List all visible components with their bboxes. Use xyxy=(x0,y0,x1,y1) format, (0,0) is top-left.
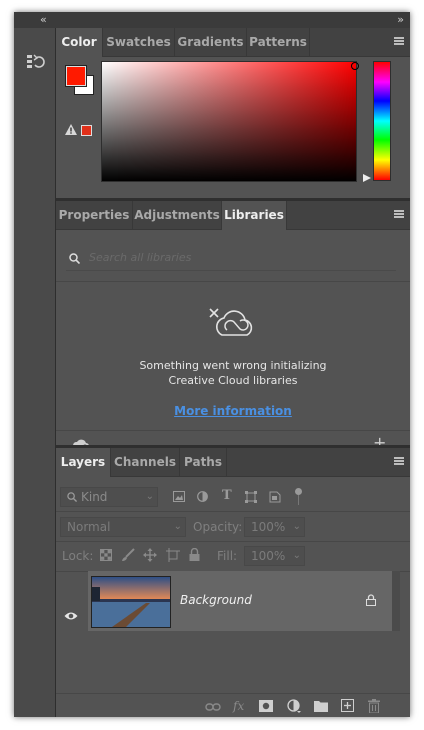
tab-channels[interactable]: Channels xyxy=(111,448,180,476)
new-layer-icon[interactable] xyxy=(341,699,354,712)
lock-artboard-icon[interactable] xyxy=(166,548,180,562)
delete-layer-trash-icon[interactable] xyxy=(368,699,380,713)
history-icon[interactable] xyxy=(24,52,46,74)
filter-row-divider xyxy=(56,511,410,512)
blend-mode-select[interactable]: Normal ⌄ xyxy=(60,517,186,537)
library-search-input[interactable]: Search all libraries xyxy=(89,251,191,264)
gamut-color-swatch[interactable] xyxy=(81,125,92,136)
tab-layers[interactable]: Layers xyxy=(56,448,111,477)
color-panel: Color Swatches Gradients Patterns xyxy=(56,28,410,198)
color-picker-marker[interactable] xyxy=(351,62,359,70)
gamut-warning-icon[interactable] xyxy=(65,124,77,135)
tab-swatches[interactable]: Swatches xyxy=(103,28,175,56)
layers-scrollbar[interactable] xyxy=(392,571,400,631)
search-icon xyxy=(67,492,77,502)
color-tab-bar: Color Swatches Gradients Patterns xyxy=(56,28,410,57)
library-error-line1: Something went wrong initializing xyxy=(139,359,327,372)
lock-position-icon[interactable] xyxy=(143,548,157,562)
lock-all-icon[interactable] xyxy=(189,548,200,561)
lock-transparent-pixels-icon[interactable] xyxy=(100,549,112,561)
opacity-row-divider xyxy=(56,541,410,542)
layer-row[interactable]: Background xyxy=(88,571,392,631)
tab-paths[interactable]: Paths xyxy=(180,448,227,476)
fill-label: Fill: xyxy=(217,549,238,563)
layers-panel: Layers Channels Paths Kind ⌄ T Normal ⌄ … xyxy=(56,448,410,717)
smart-object-filter-icon[interactable] xyxy=(269,490,281,503)
dock-title-bar: « » xyxy=(14,12,410,28)
more-information-link[interactable]: More information xyxy=(56,404,410,418)
panel-dock: « » Color Swatches Gradients Patterns Pr… xyxy=(14,12,410,717)
hue-slider-handle-icon[interactable] xyxy=(363,174,371,182)
hue-slider[interactable] xyxy=(373,61,391,181)
opacity-field[interactable]: 100% ⌄ xyxy=(244,517,305,537)
pixel-filter-icon[interactable] xyxy=(173,491,185,502)
layers-panel-menu-icon[interactable] xyxy=(394,457,404,465)
libraries-footer-divider xyxy=(56,430,410,431)
libraries-panel: Properties Adjustments Libraries Search … xyxy=(56,201,410,452)
fill-field[interactable]: 100% ⌄ xyxy=(244,546,305,566)
blend-mode-value: Normal xyxy=(67,520,111,534)
filter-toggle-icon[interactable] xyxy=(295,488,302,495)
adjustment-filter-icon[interactable] xyxy=(197,491,208,502)
fill-value: 100% xyxy=(251,549,286,563)
color-spectrum-picker[interactable] xyxy=(101,61,357,182)
new-adjustment-layer-icon[interactable] xyxy=(287,699,301,713)
layer-name[interactable]: Background xyxy=(180,593,252,607)
add-layer-mask-icon[interactable] xyxy=(259,700,273,712)
tab-gradients[interactable]: Gradients xyxy=(175,28,247,56)
layer-lock-icon[interactable] xyxy=(366,594,376,606)
chevron-down-icon: ⌄ xyxy=(292,550,301,561)
lock-image-pixels-icon[interactable] xyxy=(121,548,135,562)
tab-libraries[interactable]: Libraries xyxy=(222,201,287,230)
layer-style-fx-button[interactable]: fx xyxy=(233,699,244,713)
filter-toggle-stem xyxy=(298,495,299,505)
collapse-right-icon[interactable]: » xyxy=(397,13,404,27)
cloud-cross-icon xyxy=(209,308,253,336)
new-group-folder-icon[interactable] xyxy=(314,700,328,712)
opacity-value: 100% xyxy=(251,520,286,534)
chevron-down-icon: ⌄ xyxy=(292,521,301,532)
foreground-color-swatch[interactable] xyxy=(65,65,87,87)
section-divider xyxy=(56,281,410,282)
chevron-down-icon: ⌄ xyxy=(145,491,154,502)
collapse-left-icon[interactable]: « xyxy=(40,13,47,27)
link-layers-icon[interactable] xyxy=(205,702,221,712)
type-filter-icon[interactable]: T xyxy=(222,488,232,503)
tab-color[interactable]: Color xyxy=(56,28,103,57)
layers-footer-divider xyxy=(56,693,410,694)
library-error-line2: Creative Cloud libraries xyxy=(168,374,298,387)
layer-thumbnail-image xyxy=(91,576,171,628)
eye-visibility-icon[interactable] xyxy=(64,611,78,621)
shape-filter-icon[interactable] xyxy=(245,491,257,503)
layer-filter-kind[interactable]: Kind ⌄ xyxy=(60,487,158,507)
tab-patterns[interactable]: Patterns xyxy=(247,28,310,56)
layers-tab-bar: Layers Channels Paths xyxy=(56,448,410,477)
libraries-tab-bar: Properties Adjustments Libraries xyxy=(56,201,410,230)
icon-strip xyxy=(14,28,56,717)
search-underline xyxy=(66,270,396,271)
lock-label: Lock: xyxy=(62,549,94,563)
filter-kind-label: Kind xyxy=(81,490,108,504)
color-panel-menu-icon[interactable] xyxy=(394,37,404,45)
search-icon xyxy=(69,253,80,264)
chevron-down-icon: ⌄ xyxy=(173,521,182,532)
opacity-label: Opacity: xyxy=(193,520,243,534)
libraries-panel-menu-icon[interactable] xyxy=(394,210,404,218)
tab-properties[interactable]: Properties xyxy=(56,201,133,229)
tab-adjustments[interactable]: Adjustments xyxy=(133,201,222,229)
